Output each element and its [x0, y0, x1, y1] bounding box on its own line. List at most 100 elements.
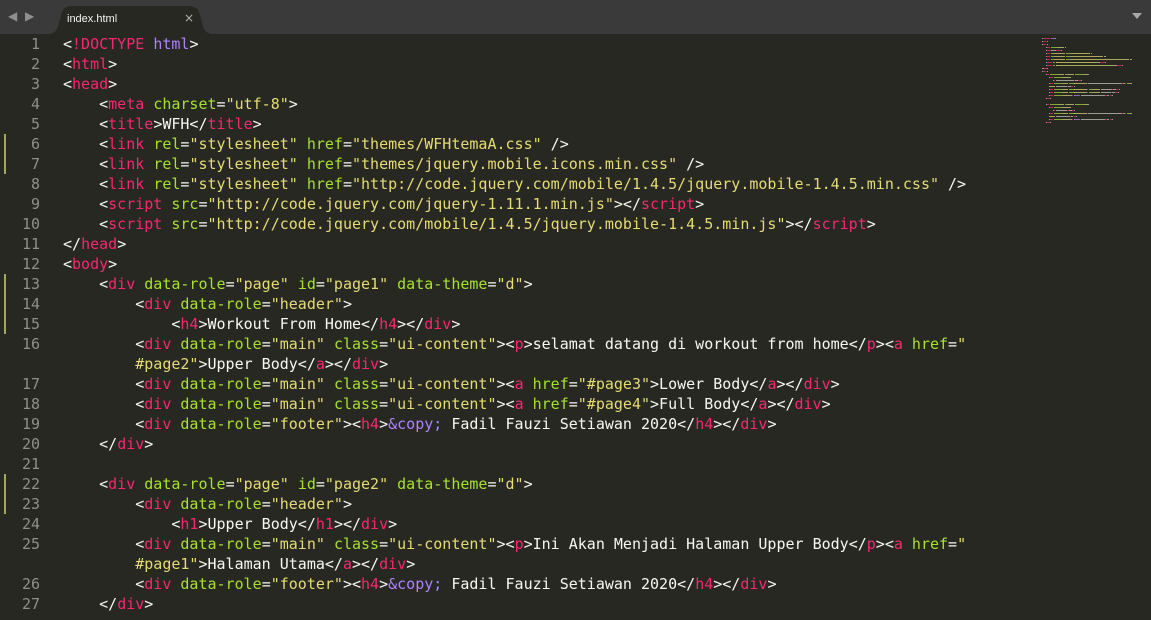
- code-token: title: [108, 115, 154, 133]
- code-line[interactable]: </div>: [63, 594, 153, 614]
- code-line[interactable]: <div data-role="header">: [63, 294, 352, 314]
- code-line[interactable]: <div data-role="main" class="ui-content"…: [63, 334, 966, 354]
- code-token: =: [225, 275, 235, 293]
- minimap-token: [1062, 77, 1070, 78]
- code-line[interactable]: </head>: [63, 234, 126, 254]
- minimap-token: [1050, 104, 1059, 105]
- minimap-token: [1050, 122, 1052, 123]
- code-line[interactable]: <h1>Upper Body</h1></div>: [63, 514, 397, 534]
- code-token: <: [63, 95, 109, 113]
- code-line[interactable]: <body>: [63, 254, 117, 274]
- code-line[interactable]: <script src="http://code.jquery.com/mobi…: [63, 214, 876, 234]
- code-token: >Ini Akan Menjadi Halaman Upper Body</: [523, 535, 867, 553]
- code-token: <: [63, 255, 73, 273]
- tab-close-icon[interactable]: ×: [184, 11, 194, 25]
- code-line[interactable]: <!DOCTYPE html>: [63, 34, 198, 54]
- code-line[interactable]: <div data-role="header">: [63, 494, 352, 514]
- code-line[interactable]: #page1">Halaman Utama</a></div>: [63, 554, 415, 574]
- code-line[interactable]: <script src="http://code.jquery.com/jque…: [63, 194, 704, 214]
- minimap-token: [1122, 65, 1124, 66]
- code-line[interactable]: <link rel="stylesheet" href="themes/WFHt…: [63, 134, 569, 154]
- code-token: =: [948, 335, 958, 353]
- code-token: >: [342, 495, 352, 513]
- code-line[interactable]: <title>WFH</title>: [63, 114, 262, 134]
- code-token: <: [63, 35, 73, 53]
- code-token: src: [171, 215, 199, 233]
- tab-list-dropdown-icon[interactable]: [1131, 10, 1143, 22]
- code-token: data-role: [144, 475, 226, 493]
- minimap-token: [1104, 56, 1106, 57]
- minimap-token: [1046, 59, 1051, 60]
- code-line[interactable]: <div data-role="page" id="page2" data-th…: [63, 474, 533, 494]
- minimap-token: [1074, 83, 1086, 84]
- code-token: =: [225, 475, 235, 493]
- code-line[interactable]: <html>: [63, 54, 117, 74]
- minimap-token: [1050, 98, 1052, 99]
- code-token: =: [261, 335, 271, 353]
- code-token: href: [306, 155, 343, 173]
- code-token: =: [261, 535, 271, 553]
- code-token: href: [911, 335, 949, 353]
- code-token: >Lower Body</: [650, 375, 768, 393]
- code-token: "utf-8": [225, 95, 289, 113]
- code-line[interactable]: <link rel="stylesheet" href="http://code…: [63, 174, 966, 194]
- code-line[interactable]: <div data-role="main" class="ui-content"…: [63, 374, 839, 394]
- code-token: <: [63, 475, 109, 493]
- code-token: <: [63, 515, 181, 533]
- code-line[interactable]: <h4>Workout From Home</h4></div>: [63, 314, 460, 334]
- code-token: >: [379, 575, 389, 593]
- code-token: =: [198, 215, 208, 233]
- code-line[interactable]: <div data-role="page" id="page1" data-th…: [63, 274, 533, 294]
- code-text-area[interactable]: <!DOCTYPE html> <html> <head> <meta charse…: [0, 34, 1030, 620]
- code-token: >: [342, 295, 352, 313]
- code-line[interactable]: <link rel="stylesheet" href="themes/jque…: [63, 154, 704, 174]
- code-token: div: [803, 375, 831, 393]
- code-token: div: [740, 415, 768, 433]
- code-token: div: [379, 555, 407, 573]
- code-token: ><: [875, 535, 894, 553]
- minimap-token: [1059, 74, 1065, 75]
- code-token: body: [72, 255, 109, 273]
- code-token: "header": [270, 495, 343, 513]
- minimap[interactable]: [1036, 34, 1151, 620]
- minimap-token: [1062, 89, 1069, 90]
- code-line[interactable]: <head>: [63, 74, 117, 94]
- code-token: =: [261, 295, 271, 313]
- code-token: =: [568, 375, 578, 393]
- code-line[interactable]: <div data-role="footer"><h4>&copy; Fadil…: [63, 414, 776, 434]
- code-token: />: [541, 135, 569, 153]
- code-line[interactable]: <div data-role="main" class="ui-content"…: [63, 534, 966, 554]
- minimap-token: [1059, 104, 1065, 105]
- code-token: "d": [496, 275, 524, 293]
- code-token: data-role: [180, 395, 262, 413]
- code-token: >Workout From Home</: [198, 315, 380, 333]
- code-line[interactable]: <div data-role="footer"><h4>&copy; Fadil…: [63, 574, 776, 594]
- code-line[interactable]: #page2">Upper Body</a></div>: [63, 354, 388, 374]
- tab-title[interactable]: index.html: [67, 13, 117, 25]
- minimap-token: [1050, 113, 1053, 114]
- code-line[interactable]: </div>: [63, 434, 153, 454]
- code-token: >: [767, 575, 777, 593]
- minimap-token: [1054, 53, 1066, 54]
- tab-nav-arrows-icon[interactable]: ◀ ▶: [8, 9, 36, 23]
- code-token: >Halaman Utama</: [198, 555, 343, 573]
- code-token: </: [63, 235, 82, 253]
- code-token: data-role: [180, 495, 262, 513]
- code-line[interactable]: <meta charset="utf-8">: [63, 94, 298, 114]
- code-token: <: [63, 315, 181, 333]
- code-editor[interactable]: 1 2 3 4 5 6 7 8 9 10 11 12 13 14 15 16 17 18 19 20 21 22 23 24 2…: [0, 34, 1151, 620]
- minimap-token: [1105, 62, 1106, 63]
- code-token: >WFH</: [153, 115, 208, 133]
- code-token: ></: [352, 555, 380, 573]
- code-line[interactable]: <div data-role="main" class="ui-content"…: [63, 394, 830, 414]
- minimap-token: [1056, 62, 1097, 63]
- code-token: &copy;: [388, 575, 443, 593]
- code-token: </: [63, 435, 118, 453]
- code-token: ></: [713, 415, 741, 433]
- code-token: href: [532, 395, 569, 413]
